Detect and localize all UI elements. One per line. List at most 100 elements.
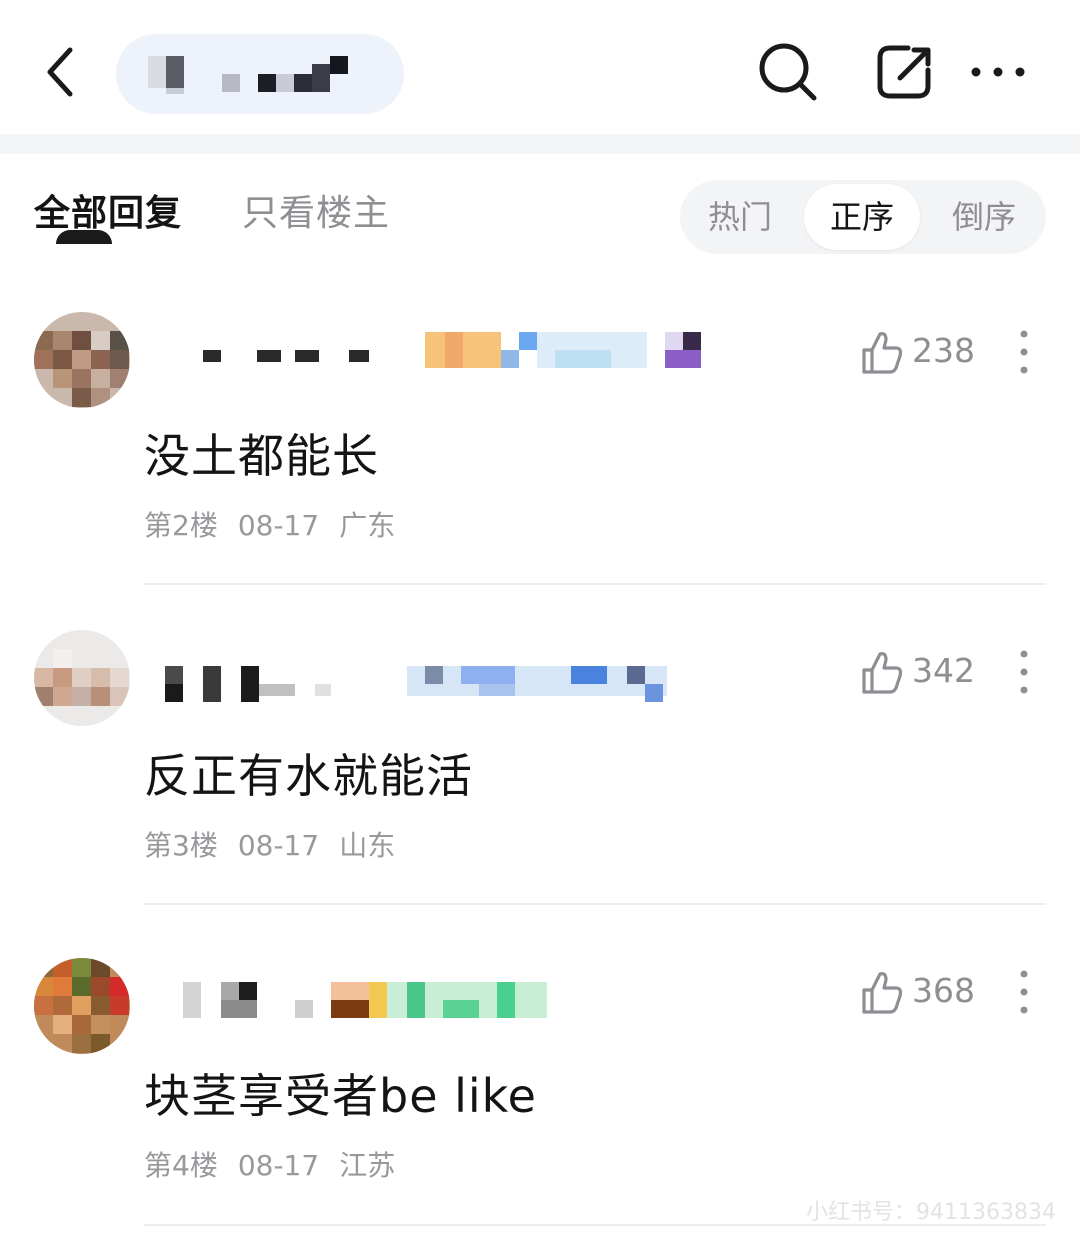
obscured-block xyxy=(331,1000,369,1018)
reply-meta: 第3楼 08-17 山东 xyxy=(144,824,415,864)
share-button[interactable] xyxy=(874,40,938,104)
username-obscured[interactable] xyxy=(145,330,705,370)
top-bar xyxy=(0,0,1080,134)
avatar[interactable] xyxy=(34,958,130,1054)
share-icon xyxy=(877,45,931,99)
back-arrow-icon xyxy=(47,47,73,97)
obscured-block xyxy=(501,350,519,368)
reply-meta: 第4楼 08-17 江苏 xyxy=(144,1144,415,1184)
obscured-block xyxy=(519,332,537,350)
reply-location: 山东 xyxy=(339,829,396,862)
vertical-dots-icon xyxy=(1020,650,1028,694)
obscured-block xyxy=(479,684,515,696)
like-button[interactable]: 368 xyxy=(860,968,980,1018)
more-button[interactable] xyxy=(968,40,1028,104)
obscured-block xyxy=(683,332,701,350)
obscured-block xyxy=(183,982,201,1018)
reply-content: 没土都能长 xyxy=(144,429,379,483)
obscured-block xyxy=(425,332,501,368)
tab-op-only[interactable]: 只看楼主 xyxy=(242,184,390,236)
like-button[interactable]: 238 xyxy=(860,328,980,378)
username-obscured[interactable] xyxy=(145,660,705,702)
obscured-block xyxy=(295,1000,313,1018)
obscured-block xyxy=(497,982,515,1018)
username-obscured[interactable] xyxy=(145,976,705,1018)
sort-desc-button[interactable]: 倒序 xyxy=(926,184,1042,250)
floor-number: 第2楼 xyxy=(144,509,218,542)
thumbs-up-icon xyxy=(862,332,903,374)
sort-hot-button[interactable]: 热门 xyxy=(682,184,798,250)
obscured-block xyxy=(166,56,184,88)
obscured-block xyxy=(627,666,645,684)
obscured-block xyxy=(571,666,607,684)
thumbs-up-icon xyxy=(862,972,903,1014)
obscured-block xyxy=(407,982,425,1018)
avatar[interactable] xyxy=(34,312,130,408)
watermark: 小红书号：9411363834 xyxy=(806,1200,1056,1225)
like-count: 368 xyxy=(912,971,975,1010)
obscured-block xyxy=(148,56,166,88)
obscured-block xyxy=(259,684,295,696)
reply-divider xyxy=(144,903,1046,905)
obscured-block xyxy=(315,684,331,696)
obscured-block xyxy=(330,56,348,74)
reply-more-button[interactable] xyxy=(1012,968,1036,1016)
reply-item: 238 没土都能长 第2楼 08-17 广东 xyxy=(0,300,1080,620)
obscured-block xyxy=(239,982,257,1000)
obscured-block xyxy=(203,350,221,362)
vertical-dots-icon xyxy=(1020,330,1028,374)
active-tab-indicator xyxy=(56,230,112,244)
obscured-block xyxy=(331,982,369,1000)
obscured-block xyxy=(221,1000,257,1018)
reply-item: 342 反正有水就能活 第3楼 08-17 山东 xyxy=(0,620,1080,940)
sort-asc-button[interactable]: 正序 xyxy=(804,184,920,250)
floor-number: 第3楼 xyxy=(144,829,218,862)
obscured-block xyxy=(203,666,221,702)
reply-filter-bar: 全部回复 只看楼主 热门 正序 倒序 xyxy=(0,154,1080,264)
reply-more-button[interactable] xyxy=(1012,648,1036,696)
obscured-block xyxy=(166,88,184,94)
obscured-block xyxy=(425,666,443,684)
reply-date: 08-17 xyxy=(237,829,320,862)
obscured-block xyxy=(349,350,369,362)
thumbs-up-icon xyxy=(862,652,903,694)
like-count: 238 xyxy=(912,331,975,370)
like-count: 342 xyxy=(912,651,975,690)
obscured-block xyxy=(555,350,611,368)
obscured-block xyxy=(461,666,515,684)
forum-title-pill[interactable] xyxy=(116,34,404,114)
reply-content: 反正有水就能活 xyxy=(144,749,473,803)
search-icon xyxy=(759,43,817,101)
obscured-block xyxy=(165,684,183,702)
obscured-block xyxy=(258,74,276,92)
obscured-block xyxy=(665,350,701,368)
reply-date: 08-17 xyxy=(237,1149,320,1182)
avatar[interactable] xyxy=(34,630,130,726)
reply-more-button[interactable] xyxy=(1012,328,1036,376)
vertical-dots-icon xyxy=(1020,970,1028,1014)
obscured-block xyxy=(445,332,463,368)
obscured-block xyxy=(294,74,312,92)
back-button[interactable] xyxy=(40,40,90,104)
reply-divider xyxy=(144,583,1046,585)
obscured-block xyxy=(222,74,240,92)
obscured-block xyxy=(295,350,319,362)
obscured-block xyxy=(645,684,663,702)
like-button[interactable]: 342 xyxy=(860,648,980,698)
tab-all-replies[interactable]: 全部回复 xyxy=(34,184,182,236)
obscured-block xyxy=(221,982,239,1000)
search-button[interactable] xyxy=(756,40,820,104)
reply-meta: 第2楼 08-17 广东 xyxy=(144,504,415,544)
more-dots-icon xyxy=(971,67,1025,77)
reply-date: 08-17 xyxy=(237,509,320,542)
obscured-block xyxy=(276,74,294,92)
obscured-block xyxy=(257,350,281,362)
obscured-block xyxy=(665,332,683,350)
obscured-block xyxy=(369,982,387,1018)
reply-location: 江苏 xyxy=(339,1149,396,1182)
section-divider xyxy=(0,134,1080,154)
sort-toggle: 热门 正序 倒序 xyxy=(680,180,1046,254)
obscured-block xyxy=(312,64,330,92)
reply-location: 广东 xyxy=(339,509,396,542)
obscured-block xyxy=(241,666,259,702)
